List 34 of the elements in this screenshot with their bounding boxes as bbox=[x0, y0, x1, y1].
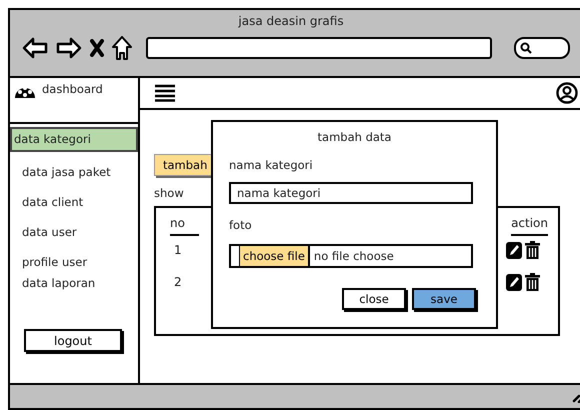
close-icon[interactable] bbox=[90, 39, 104, 57]
forward-icon[interactable] bbox=[56, 37, 82, 59]
address-field[interactable] bbox=[146, 37, 492, 59]
sidebar-item[interactable]: data user bbox=[10, 220, 138, 245]
table-cell: 2 bbox=[174, 275, 182, 289]
trash-icon[interactable] bbox=[525, 273, 540, 291]
sidebar-header[interactable]: dashboard bbox=[42, 82, 103, 96]
column-header: no bbox=[170, 216, 199, 236]
table-cell: 1 bbox=[174, 243, 182, 257]
sidebar-item[interactable]: data client bbox=[10, 190, 138, 215]
field-label: foto bbox=[229, 218, 253, 232]
menu-icon[interactable] bbox=[154, 84, 176, 102]
column-header: action bbox=[511, 216, 548, 236]
window-title: jasa deasin grafis bbox=[237, 14, 345, 28]
dialog-title: tambah data bbox=[316, 130, 392, 144]
sidebar-item[interactable]: data kategori bbox=[10, 127, 138, 152]
choose-file-button[interactable]: choose file bbox=[239, 246, 310, 266]
pencil-icon[interactable] bbox=[506, 273, 522, 291]
close-button[interactable]: close bbox=[342, 288, 406, 310]
search-icon bbox=[520, 42, 532, 54]
trash-icon[interactable] bbox=[525, 241, 540, 259]
home-icon[interactable] bbox=[112, 36, 132, 60]
logout-button[interactable]: logout bbox=[24, 329, 122, 352]
field-label: nama kategori bbox=[229, 158, 314, 172]
file-status: no file choose bbox=[312, 248, 394, 265]
back-icon[interactable] bbox=[22, 37, 48, 59]
search-field[interactable] bbox=[514, 37, 570, 59]
sidebar-item[interactable]: data jasa paket bbox=[10, 160, 138, 185]
pencil-icon[interactable] bbox=[506, 241, 522, 259]
save-button[interactable]: save bbox=[412, 288, 476, 310]
file-field[interactable]: choose file no file choose bbox=[229, 244, 473, 268]
show-label: show bbox=[154, 186, 184, 200]
user-icon[interactable] bbox=[556, 82, 578, 104]
input-field[interactable]: nama kategori bbox=[229, 182, 473, 204]
